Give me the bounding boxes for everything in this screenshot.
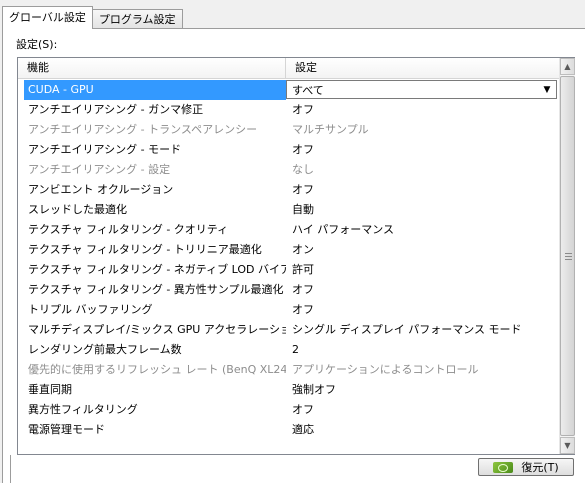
restore-button-label: 復元(T) (521, 461, 559, 474)
table-row[interactable]: CUDA - GPU すべて ▼ (24, 80, 559, 100)
table-row[interactable]: スレッドした最適化 自動 (24, 200, 559, 220)
feature-name: スレッドした最適化 (28, 203, 127, 216)
grip-icon (565, 253, 572, 262)
table-row[interactable]: アンチエイリアシング - ガンマ修正 オフ (24, 100, 559, 120)
setting-value: オフ (292, 103, 314, 116)
feature-name: アンチエイリアシング - 設定 (28, 163, 171, 176)
feature-name: アンビエント オクルージョン (28, 183, 174, 196)
setting-value: ハイ パフォーマンス (292, 223, 395, 236)
feature-name: アンチエイリアシング - ガンマ修正 (28, 103, 204, 116)
feature-name: 電源管理モード (28, 423, 105, 436)
feature-name: テクスチャ フィルタリング - 異方性サンプル最適化 (28, 283, 284, 296)
chevron-down-icon[interactable]: ▼ (540, 81, 554, 98)
table-row[interactable]: テクスチャ フィルタリング - トリリニア最適化 オン (24, 240, 559, 260)
setting-cell: すべて ▼ (286, 80, 557, 100)
setting-value: マルチサンプル (292, 123, 369, 136)
feature-name: CUDA - GPU (24, 80, 286, 100)
table-row[interactable]: テクスチャ フィルタリング - クオリティ ハイ パフォーマンス (24, 220, 559, 240)
setting-value: 2 (292, 343, 299, 356)
nvidia-logo-icon (493, 461, 514, 473)
feature-name: テクスチャ フィルタリング - トリリニア最適化 (28, 243, 262, 256)
feature-name: テクスチャ フィルタリング - ネガティブ LOD バイアス (28, 263, 286, 276)
table-row[interactable]: 垂直同期 強制オフ (24, 380, 559, 400)
setting-value: オフ (292, 143, 314, 156)
tab-strip: グローバル設定 プログラム設定 (2, 6, 183, 29)
table-row[interactable]: 異方性フィルタリング オフ (24, 400, 559, 420)
setting-value: 自動 (292, 203, 314, 216)
table-row[interactable]: テクスチャ フィルタリング - 異方性サンプル最適化 オフ (24, 280, 559, 300)
table-row[interactable]: アンチエイリアシング - モード オフ (24, 140, 559, 160)
setting-value: 適応 (292, 423, 314, 436)
tab-program-settings[interactable]: プログラム設定 (91, 9, 183, 29)
setting-value: なし (292, 163, 314, 176)
table-row[interactable]: レンダリング前最大フレーム数 2 (24, 340, 559, 360)
table-row[interactable]: アンチエイリアシング - トランスペアレンシー マルチサンプル (24, 120, 559, 140)
settings-label: 設定(S): (16, 38, 58, 51)
feature-name: 優先的に使用するリフレッシュ レート (BenQ XL2410... (28, 363, 286, 376)
feature-name: アンチエイリアシング - モード (28, 143, 182, 156)
table-row[interactable]: テクスチャ フィルタリング - ネガティブ LOD バイアス 許可 (24, 260, 559, 280)
setting-value: すべて (292, 84, 324, 97)
feature-name: トリプル バッファリング (28, 303, 153, 316)
table-row[interactable]: アンチエイリアシング - 設定 なし (24, 160, 559, 180)
frame-edge (10, 455, 11, 483)
setting-value: シングル ディスプレイ パフォーマンス モード (292, 323, 522, 336)
restore-button[interactable]: 復元(T) (478, 458, 574, 476)
tab-global-settings[interactable]: グローバル設定 (2, 6, 93, 29)
table-row[interactable]: 電源管理モード 適応 (24, 420, 559, 440)
setting-value: オフ (292, 403, 314, 416)
feature-name: マルチディスプレイ/ミックス GPU アクセラレーション (28, 323, 286, 336)
setting-value: オフ (292, 303, 314, 316)
vertical-scrollbar[interactable]: ▲ ▼ (559, 58, 575, 454)
table-row[interactable]: トリプル バッファリング オフ (24, 300, 559, 320)
setting-value: アプリケーションによるコントロール (292, 363, 479, 376)
setting-dropdown[interactable]: すべて ▼ (286, 80, 557, 99)
arrow-up-icon[interactable]: ▲ (560, 58, 575, 75)
column-header-setting[interactable]: 設定 (286, 58, 559, 78)
scrollbar-thumb[interactable] (560, 76, 575, 436)
feature-name: テクスチャ フィルタリング - クオリティ (28, 223, 229, 236)
feature-name: 垂直同期 (28, 383, 72, 396)
setting-value: 許可 (292, 263, 314, 276)
feature-name: レンダリング前最大フレーム数 (28, 343, 182, 356)
settings-rows: CUDA - GPU すべて ▼ アンチエイリアシング - ガンマ修正 オフ アンチエイリ… (24, 80, 559, 440)
feature-name: 異方性フィルタリング (28, 403, 138, 416)
setting-value: 強制オフ (292, 383, 336, 396)
list-header: 機能 設定 (18, 58, 559, 79)
table-row[interactable]: 優先的に使用するリフレッシュ レート (BenQ XL2410... アプリケーシ… (24, 360, 559, 380)
settings-list: 機能 設定 CUDA - GPU すべて ▼ アンチエイリアシング - ガンマ修正 オフ… (17, 57, 575, 455)
column-header-feature[interactable]: 機能 (18, 58, 286, 78)
setting-value: オフ (292, 183, 314, 196)
arrow-down-icon[interactable]: ▼ (560, 437, 575, 454)
table-row[interactable]: アンビエント オクルージョン オフ (24, 180, 559, 200)
table-row[interactable]: マルチディスプレイ/ミックス GPU アクセラレーション シングル ディスプレイ … (24, 320, 559, 340)
setting-value: オフ (292, 283, 314, 296)
feature-name: アンチエイリアシング - トランスペアレンシー (28, 123, 258, 136)
setting-value: オン (292, 243, 314, 256)
